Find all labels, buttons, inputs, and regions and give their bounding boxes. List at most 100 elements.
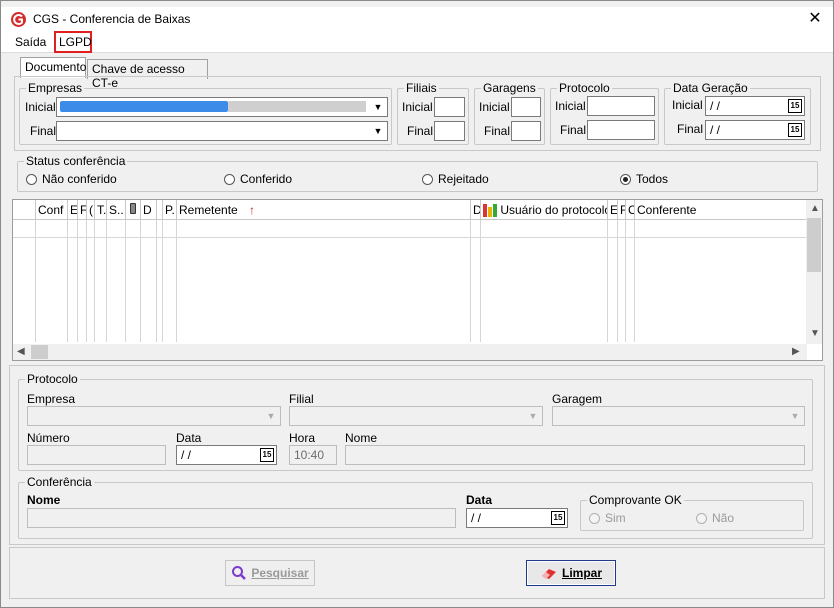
empresa-inicial-combo[interactable]: ▼ xyxy=(56,97,388,117)
numero-input[interactable] xyxy=(27,445,166,465)
chevron-down-icon[interactable]: ▼ xyxy=(370,99,386,115)
col-header-remetente[interactable]: Remetente ↑ xyxy=(176,200,470,220)
col-header-f2[interactable]: F xyxy=(617,200,625,220)
hora-input[interactable]: 10:40 xyxy=(289,445,337,465)
calendar-icon[interactable]: 15 xyxy=(260,448,274,462)
grid-column-line xyxy=(176,220,177,342)
chevron-down-icon[interactable]: ▼ xyxy=(525,408,541,424)
menu-lgpd[interactable]: LGPD xyxy=(54,31,92,53)
filial-final-input[interactable] xyxy=(434,121,465,141)
conferencia-nome-input[interactable] xyxy=(27,508,456,528)
nome-label: Nome xyxy=(345,431,378,445)
chevron-down-icon[interactable]: ▼ xyxy=(787,408,803,424)
radio-button-icon xyxy=(696,512,707,524)
col-header-usuario-protocolo[interactable]: Usuário do protocolo xyxy=(480,200,607,220)
radio-rejeitado[interactable]: Rejeitado xyxy=(422,172,489,186)
scroll-right-icon[interactable]: ▶ xyxy=(792,346,800,357)
scroll-thumb[interactable] xyxy=(807,218,821,272)
col-header-p[interactable]: P. xyxy=(162,200,176,220)
col-header-selector[interactable] xyxy=(13,200,36,220)
bar-chart-icon xyxy=(483,204,497,218)
filial-combo[interactable]: ▼ xyxy=(289,406,543,426)
col-header-d[interactable]: D xyxy=(140,200,156,220)
pesquisar-button[interactable]: Pesquisar xyxy=(225,560,315,586)
col-header-paren[interactable]: ( xyxy=(86,200,94,220)
numero-label: Número xyxy=(27,431,70,445)
garagens-legend: Garagens xyxy=(483,81,536,95)
data-geracao-inicial-value: / / xyxy=(710,99,721,113)
col-header-e2[interactable]: E xyxy=(607,200,617,220)
chevron-down-icon[interactable]: ▼ xyxy=(263,408,279,424)
limpar-label: Limpar xyxy=(561,566,602,580)
radio-comprovante-sim[interactable]: Sim xyxy=(589,511,626,525)
nome-input[interactable] xyxy=(345,445,805,465)
grid-column-line xyxy=(470,220,471,342)
conferencia-data-input[interactable]: / / 15 xyxy=(466,508,568,528)
col-header-device[interactable] xyxy=(125,200,140,220)
col-header-s[interactable]: S.. xyxy=(106,200,125,220)
garagem-final-input[interactable] xyxy=(511,121,541,141)
grid-column-line xyxy=(625,220,626,342)
tab-documento[interactable]: Documento xyxy=(20,57,86,78)
filial-label: Filial xyxy=(289,392,314,406)
grid-vertical-scrollbar[interactable]: ▲ ▼ xyxy=(806,200,822,344)
grid-column-line xyxy=(94,220,95,342)
grid-column-line xyxy=(162,220,163,342)
data-input[interactable]: / / 15 xyxy=(176,445,277,465)
data-geracao-inicial-input[interactable]: / / 15 xyxy=(705,96,805,116)
col-header-t[interactable]: T. xyxy=(94,200,106,220)
col-header-e[interactable]: E xyxy=(67,200,77,220)
empresa-inicial-label: Inicial xyxy=(25,100,56,114)
conferencia-data-value: / / xyxy=(471,511,482,525)
menu-saida[interactable]: Saída xyxy=(15,35,46,49)
close-button[interactable]: ✕ xyxy=(797,7,833,31)
redacted-value-bar-tail xyxy=(228,101,366,112)
empresa-final-combo[interactable]: ▼ xyxy=(56,121,388,141)
grid-column-line xyxy=(86,220,87,342)
eraser-icon xyxy=(541,569,556,579)
filial-inicial-label: Inicial xyxy=(402,100,433,114)
protocolo-final-input[interactable] xyxy=(587,120,655,140)
col-header-d2[interactable]: D xyxy=(470,200,480,220)
grid-column-line xyxy=(77,220,78,342)
grid-header: Conf E F ( T. S.. D P. Remetente ↑ D xyxy=(13,200,807,220)
col-header-conf[interactable]: Conf xyxy=(35,200,67,220)
protocolo-final-label: Final xyxy=(560,123,587,137)
col-header-conferente[interactable]: Conferente xyxy=(634,200,807,220)
garagem-final-label: Final xyxy=(484,124,511,138)
garagem-inicial-input[interactable] xyxy=(511,97,541,117)
data-geracao-legend: Data Geração xyxy=(673,81,748,95)
chevron-down-icon[interactable]: ▼ xyxy=(370,123,386,139)
scroll-thumb[interactable] xyxy=(31,345,48,359)
empresa-combo[interactable]: ▼ xyxy=(27,406,281,426)
col-header-c[interactable]: C xyxy=(625,200,634,220)
radio-label: Conferido xyxy=(240,172,293,186)
garagem-label: Garagem xyxy=(552,392,603,406)
phone-icon xyxy=(130,203,136,214)
garagem-inicial-label: Inicial xyxy=(479,100,510,114)
grid-column-line xyxy=(106,220,107,342)
scroll-down-icon[interactable]: ▼ xyxy=(810,328,820,339)
grid-horizontal-scrollbar[interactable]: ◀ ▶ xyxy=(13,344,807,360)
filiais-legend: Filiais xyxy=(406,81,437,95)
calendar-icon[interactable]: 15 xyxy=(788,99,802,113)
radio-conferido[interactable]: Conferido xyxy=(224,172,292,186)
protocol-grid[interactable]: Conf E F ( T. S.. D P. Remetente ↑ D xyxy=(12,199,823,361)
garagem-combo[interactable]: ▼ xyxy=(552,406,805,426)
data-geracao-final-input[interactable]: / / 15 xyxy=(705,120,805,140)
limpar-button[interactable]: Limpar xyxy=(526,560,616,586)
radio-todos[interactable]: Todos xyxy=(620,172,668,186)
calendar-icon[interactable]: 15 xyxy=(788,123,802,137)
calendar-icon[interactable]: 15 xyxy=(551,511,565,525)
scroll-up-icon[interactable]: ▲ xyxy=(810,203,820,214)
grid-column-line xyxy=(607,220,608,342)
main-window: CGS - Conferencia de Baixas ✕ Saída LGPD… xyxy=(0,0,834,608)
filial-inicial-input[interactable] xyxy=(434,97,465,117)
scroll-left-icon[interactable]: ◀ xyxy=(17,346,25,357)
col-header-f[interactable]: F xyxy=(77,200,86,220)
close-icon: ✕ xyxy=(808,10,822,27)
radio-nao-conferido[interactable]: Não conferido xyxy=(26,172,117,186)
radio-comprovante-nao[interactable]: Não xyxy=(696,511,734,525)
protocolo-filter-legend: Protocolo xyxy=(559,81,610,95)
protocolo-inicial-input[interactable] xyxy=(587,96,655,116)
